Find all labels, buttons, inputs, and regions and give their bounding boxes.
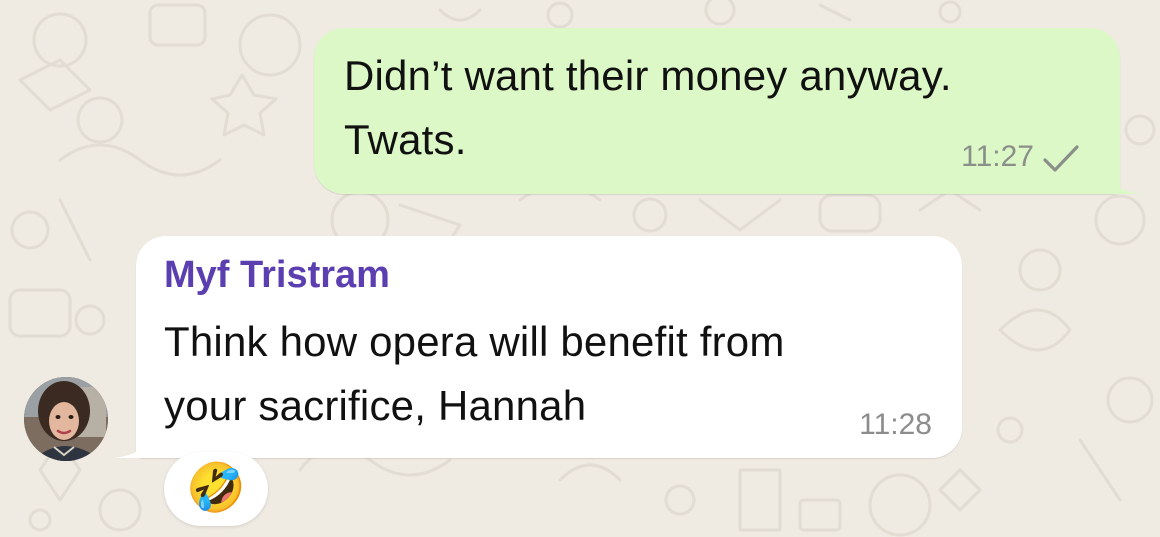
incoming-message-bubble[interactable]: Myf Tristram Think how opera will benefi… <box>114 236 962 458</box>
sender-name[interactable]: Myf Tristram <box>164 254 390 297</box>
message-line: your sacrifice, Hannah <box>164 382 587 429</box>
bubble-tail <box>1102 166 1142 194</box>
message-line: Think how opera will benefit from <box>164 318 785 365</box>
message-text: Think how opera will benefit from your s… <box>164 310 934 438</box>
message-reaction[interactable]: 🤣 <box>164 452 268 526</box>
outgoing-message-bubble[interactable]: Didn’t want their money anyway. Twats. 1… <box>314 28 1142 194</box>
single-check-icon <box>1043 145 1079 172</box>
message-timestamp: 11:27 <box>961 140 1034 173</box>
message-timestamp: 11:28 <box>859 408 932 441</box>
avatar-photo <box>24 377 108 461</box>
message-line: Didn’t want their money anyway. <box>344 52 952 99</box>
avatar[interactable] <box>24 377 108 461</box>
rolling-on-floor-laughing-emoji: 🤣 <box>186 462 246 515</box>
bubble-tail <box>114 430 154 458</box>
